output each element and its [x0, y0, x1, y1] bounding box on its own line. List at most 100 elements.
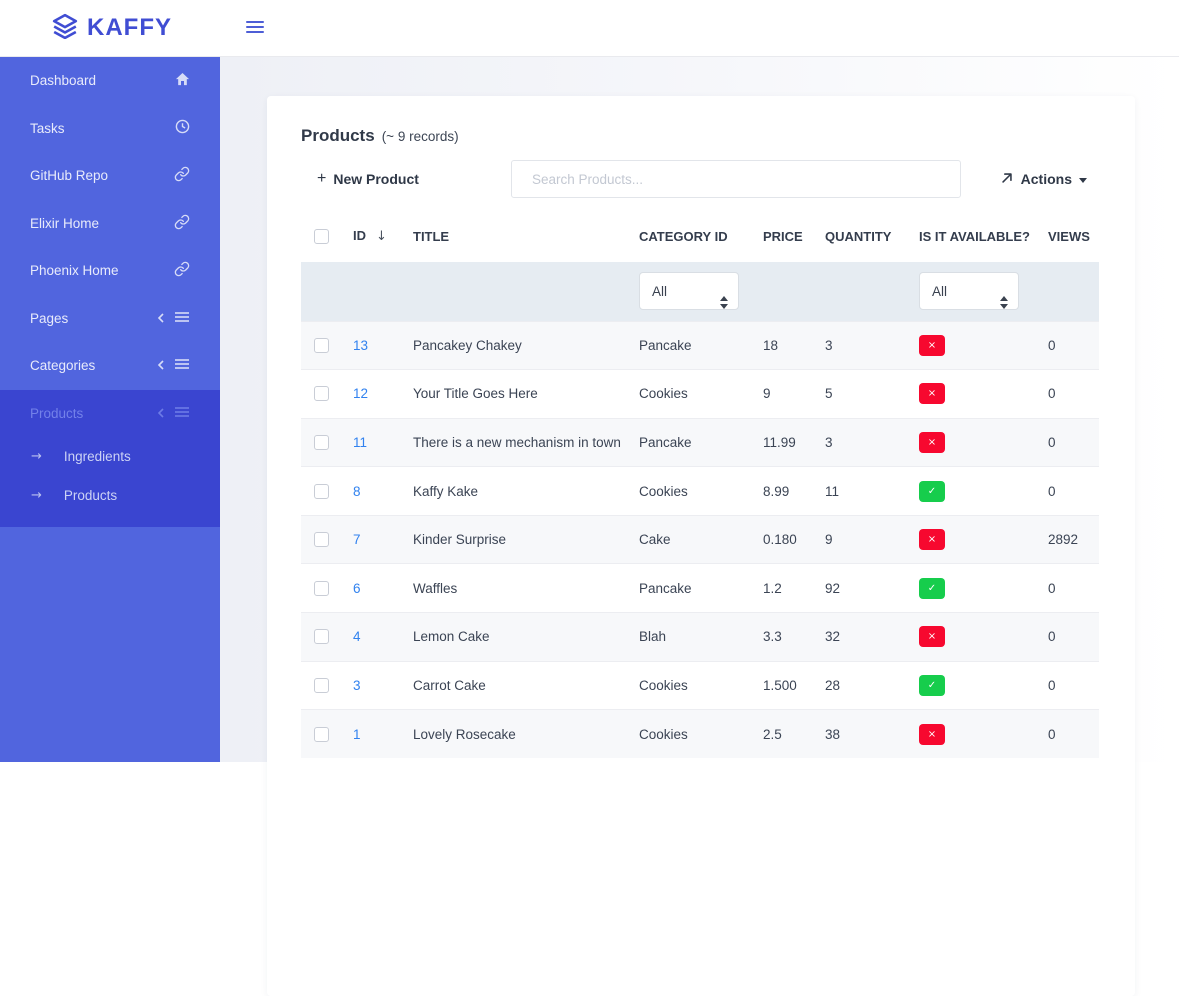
row-checkbox[interactable]	[314, 484, 329, 499]
row-checkbox[interactable]	[314, 532, 329, 547]
availability-badge: ✓	[919, 675, 945, 696]
availability-badge: ×	[919, 529, 945, 550]
sidebar-item-label: Pages	[30, 311, 68, 326]
sidebar-subitem-label: Products	[64, 488, 117, 503]
column-header-quantity[interactable]: QUANTITY	[825, 224, 919, 262]
row-id-link[interactable]: 7	[353, 532, 361, 547]
row-id-link[interactable]: 1	[353, 727, 361, 742]
column-header-price[interactable]: PRICE	[763, 224, 825, 262]
sidebar-item-label: GitHub Repo	[30, 168, 108, 183]
app-logo[interactable]: KAFFY	[52, 13, 172, 44]
sidebar-item-products[interactable]: Products	[0, 390, 220, 438]
row-checkbox[interactable]	[314, 629, 329, 644]
row-id-link[interactable]: 4	[353, 629, 361, 644]
sidebar-item-github-repo[interactable]: GitHub Repo	[0, 152, 220, 200]
category-filter-select[interactable]: All	[639, 272, 739, 310]
row-id-link[interactable]: 6	[353, 581, 361, 596]
row-checkbox[interactable]	[314, 386, 329, 401]
table-row: 8 Kaffy Kake Cookies 8.99 11 ✓ 0	[301, 467, 1099, 516]
row-quantity: 32	[825, 613, 919, 662]
row-views: 0	[1048, 661, 1099, 710]
row-category: Cookies	[639, 710, 763, 759]
table-row: 1 Lovely Rosecake Cookies 2.5 38 × 0	[301, 710, 1099, 759]
column-header-category[interactable]: CATEGORY ID	[639, 224, 763, 262]
row-quantity: 9	[825, 515, 919, 564]
row-quantity: 5	[825, 370, 919, 419]
row-price: 8.99	[763, 467, 825, 516]
actions-dropdown-button[interactable]: Actions	[1000, 171, 1087, 188]
row-price: 1.2	[763, 564, 825, 613]
row-quantity: 3	[825, 418, 919, 467]
sidebar-item-tasks[interactable]: Tasks	[0, 105, 220, 153]
sidebar-item-categories[interactable]: Categories	[0, 342, 220, 390]
availability-badge: ×	[919, 724, 945, 745]
column-header-available[interactable]: IS IT AVAILABLE?	[919, 224, 1048, 262]
row-checkbox[interactable]	[314, 338, 329, 353]
row-views: 0	[1048, 613, 1099, 662]
sidebar-item-label: Products	[30, 406, 83, 421]
search-input[interactable]	[511, 160, 961, 198]
availability-badge: ✓	[919, 481, 945, 502]
sidebar-item-phoenix-home[interactable]: Phoenix Home	[0, 247, 220, 295]
row-category: Pancake	[639, 418, 763, 467]
row-quantity: 92	[825, 564, 919, 613]
row-id-link[interactable]: 12	[353, 386, 368, 401]
row-id-link[interactable]: 8	[353, 484, 361, 499]
row-checkbox[interactable]	[314, 678, 329, 693]
row-price: 1.500	[763, 661, 825, 710]
available-filter-select[interactable]: All	[919, 272, 1019, 310]
row-title: Your Title Goes Here	[413, 370, 639, 419]
sidebar-item-dashboard[interactable]: Dashboard	[0, 57, 220, 105]
sidebar-group-products: Products → Ingredients → Products	[0, 390, 220, 528]
row-views: 0	[1048, 564, 1099, 613]
row-quantity: 28	[825, 661, 919, 710]
availability-badge: ✓	[919, 578, 945, 599]
row-checkbox[interactable]	[314, 435, 329, 450]
row-id-link[interactable]: 3	[353, 678, 361, 693]
row-title: Lemon Cake	[413, 613, 639, 662]
sidebar-item-pages[interactable]: Pages	[0, 295, 220, 343]
sidebar-item-label: Dashboard	[30, 73, 96, 88]
availability-badge: ×	[919, 335, 945, 356]
table-row: 7 Kinder Surprise Cake 0.180 9 × 2892	[301, 515, 1099, 564]
row-price: 3.3	[763, 613, 825, 662]
logo-text: KAFFY	[87, 14, 172, 42]
sidebar-toggle-button[interactable]	[246, 21, 264, 36]
row-checkbox[interactable]	[314, 581, 329, 596]
layers-icon	[52, 13, 78, 44]
column-header-title[interactable]: TITLE	[413, 224, 639, 262]
row-title: Carrot Cake	[413, 661, 639, 710]
select-all-checkbox[interactable]	[314, 229, 329, 244]
row-title: Waffles	[413, 564, 639, 613]
row-id-link[interactable]: 11	[353, 435, 367, 450]
row-category: Cookies	[639, 370, 763, 419]
table-header-row: ID↓ TITLE CATEGORY ID PRICE QUANTITY IS …	[301, 224, 1099, 262]
row-title: Pancakey Chakey	[413, 321, 639, 370]
row-views: 0	[1048, 467, 1099, 516]
row-price: 9	[763, 370, 825, 419]
row-id-link[interactable]: 13	[353, 338, 368, 353]
chevron-left-icon	[157, 358, 165, 373]
row-quantity: 11	[825, 467, 919, 516]
sidebar-item-label: Categories	[30, 358, 95, 373]
sidebar: Dashboard Tasks GitHub Repo Elixir Home …	[0, 57, 220, 762]
availability-badge: ×	[919, 383, 945, 404]
arrow-right-icon: →	[31, 488, 42, 503]
sidebar-subitem-ingredients[interactable]: → Ingredients	[0, 437, 220, 476]
table-body: 13 Pancakey Chakey Pancake 18 3 × 0 12 Y…	[301, 321, 1099, 758]
column-header-id[interactable]: ID↓	[353, 224, 413, 262]
sidebar-subitem-products[interactable]: → Products	[0, 476, 220, 515]
row-views: 2892	[1048, 515, 1099, 564]
actions-label: Actions	[1021, 171, 1072, 187]
new-product-button[interactable]: + New Product	[317, 170, 419, 188]
row-checkbox[interactable]	[314, 727, 329, 742]
chevron-left-icon	[157, 406, 165, 421]
row-category: Blah	[639, 613, 763, 662]
row-price: 0.180	[763, 515, 825, 564]
row-category: Cake	[639, 515, 763, 564]
sidebar-item-elixir-home[interactable]: Elixir Home	[0, 200, 220, 248]
table-row: 13 Pancakey Chakey Pancake 18 3 × 0	[301, 321, 1099, 370]
row-title: There is a new mechanism in town	[413, 418, 639, 467]
column-header-views[interactable]: VIEWS	[1048, 224, 1099, 262]
row-category: Cookies	[639, 467, 763, 516]
